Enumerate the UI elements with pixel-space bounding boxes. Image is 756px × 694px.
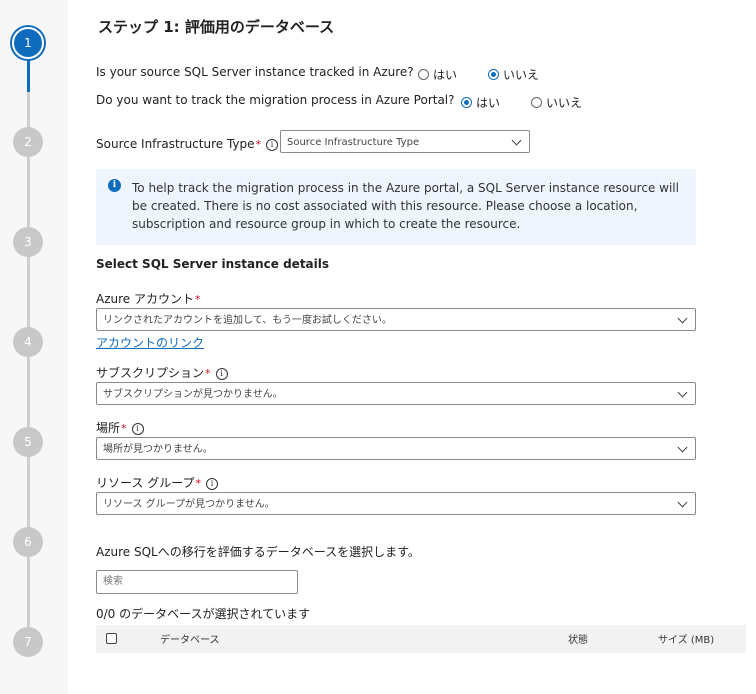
required-marker: * bbox=[194, 293, 201, 306]
step-3[interactable]: 3 bbox=[13, 227, 43, 257]
search-placeholder: 検索 bbox=[103, 576, 123, 587]
portal-yes-radio-dot[interactable] bbox=[461, 97, 472, 108]
resource-group-field-label: リソース グループ* i bbox=[96, 474, 218, 491]
info-banner: i To help track the migration process in… bbox=[96, 169, 696, 245]
step-7[interactable]: 7 bbox=[13, 627, 43, 657]
subscription-label: サブスクリプション bbox=[96, 366, 205, 380]
wizard-stepper: 1 2 3 4 5 6 7 bbox=[0, 0, 68, 694]
portal-no-radio-dot[interactable] bbox=[531, 97, 542, 108]
instance-details-heading: Select SQL Server instance details bbox=[96, 257, 330, 271]
chevron-down-icon bbox=[677, 313, 688, 324]
azure-account-dropdown[interactable]: リンクされたアカウントを追加して、もう一度お試しください。 bbox=[96, 308, 696, 331]
infrastructure-label: Source Infrastructure Type bbox=[96, 137, 255, 151]
required-marker: * bbox=[205, 367, 211, 380]
subscription-dropdown[interactable]: サブスクリプションが見つかりません。 bbox=[96, 382, 696, 405]
portal-no-label: いいえ bbox=[546, 96, 583, 110]
required-marker: * bbox=[121, 422, 127, 435]
info-icon[interactable]: i bbox=[215, 367, 228, 380]
azure-account-field-label: Azure アカウント* bbox=[96, 290, 200, 307]
required-marker: * bbox=[255, 138, 262, 151]
step-2[interactable]: 2 bbox=[13, 127, 43, 157]
location-label: 場所 bbox=[96, 421, 121, 435]
tracked-no-label: いいえ bbox=[503, 68, 540, 82]
selection-count: 0/0 のデータベースが選択されています bbox=[96, 607, 311, 621]
infrastructure-type-value: Source Infrastructure Type bbox=[287, 137, 420, 148]
infrastructure-type-dropdown[interactable]: Source Infrastructure Type bbox=[280, 130, 530, 153]
step-4[interactable]: 4 bbox=[13, 327, 43, 357]
column-size[interactable]: サイズ (MB) bbox=[658, 631, 714, 646]
select-all-checkbox[interactable] bbox=[106, 633, 117, 644]
portal-yes-radio[interactable]: はい bbox=[461, 94, 500, 111]
chevron-down-icon bbox=[677, 387, 688, 398]
database-instruction: Azure SQLへの移行を評価するデータベースを選択します。 bbox=[96, 545, 420, 559]
location-field-label: 場所* i bbox=[96, 419, 144, 436]
tracked-yes-radio[interactable]: はい bbox=[418, 66, 457, 83]
info-icon[interactable]: i bbox=[131, 422, 144, 435]
location-dropdown[interactable]: 場所が見つかりません。 bbox=[96, 437, 696, 460]
link-account-link[interactable]: アカウントのリンク bbox=[96, 334, 204, 351]
tracked-no-radio-dot[interactable] bbox=[488, 69, 499, 80]
resource-group-dropdown[interactable]: リソース グループが見つかりません。 bbox=[96, 492, 696, 515]
chevron-down-icon bbox=[677, 442, 688, 453]
location-value: 場所が見つかりません。 bbox=[103, 444, 213, 455]
database-search-input[interactable]: 検索 bbox=[96, 570, 298, 594]
info-icon: i bbox=[108, 179, 121, 192]
azure-account-label: Azure アカウント bbox=[96, 292, 194, 306]
chevron-down-icon bbox=[677, 497, 688, 508]
infrastructure-field-label: Source Infrastructure Type* i bbox=[96, 137, 279, 151]
azure-account-value: リンクされたアカウントを追加して、もう一度お試しください。 bbox=[103, 315, 392, 326]
step-6[interactable]: 6 bbox=[13, 527, 43, 557]
tracked-question: Is your source SQL Server instance track… bbox=[96, 65, 414, 79]
chevron-down-icon bbox=[511, 135, 522, 146]
resource-group-label: リソース グループ bbox=[96, 476, 195, 490]
info-icon[interactable]: i bbox=[206, 477, 218, 490]
step-5[interactable]: 5 bbox=[13, 427, 43, 457]
portal-question: Do you want to track the migration proce… bbox=[96, 93, 455, 107]
step-1[interactable]: 1 bbox=[12, 27, 44, 59]
subscription-value: サブスクリプションが見つかりません。 bbox=[103, 389, 283, 400]
tracked-yes-label: はい bbox=[433, 68, 458, 82]
stepper-progress bbox=[27, 56, 30, 92]
database-table-header: データベース 状態 サイズ (MB) bbox=[96, 625, 746, 653]
tracked-yes-radio-dot[interactable] bbox=[418, 69, 429, 80]
page-title: ステップ 1: 評価用のデータベース bbox=[98, 18, 335, 36]
subscription-field-label: サブスクリプション* i bbox=[96, 364, 228, 381]
column-database[interactable]: データベース bbox=[160, 631, 220, 646]
resource-group-value: リソース グループが見つかりません。 bbox=[103, 499, 275, 510]
portal-no-radio[interactable]: いいえ bbox=[531, 94, 582, 111]
banner-text: To help track the migration process in t… bbox=[132, 181, 679, 231]
portal-yes-label: はい bbox=[476, 96, 501, 110]
info-icon[interactable]: i bbox=[266, 138, 279, 151]
tracked-no-radio[interactable]: いいえ bbox=[488, 66, 539, 83]
column-status[interactable]: 状態 bbox=[568, 631, 588, 646]
required-marker: * bbox=[195, 477, 202, 490]
